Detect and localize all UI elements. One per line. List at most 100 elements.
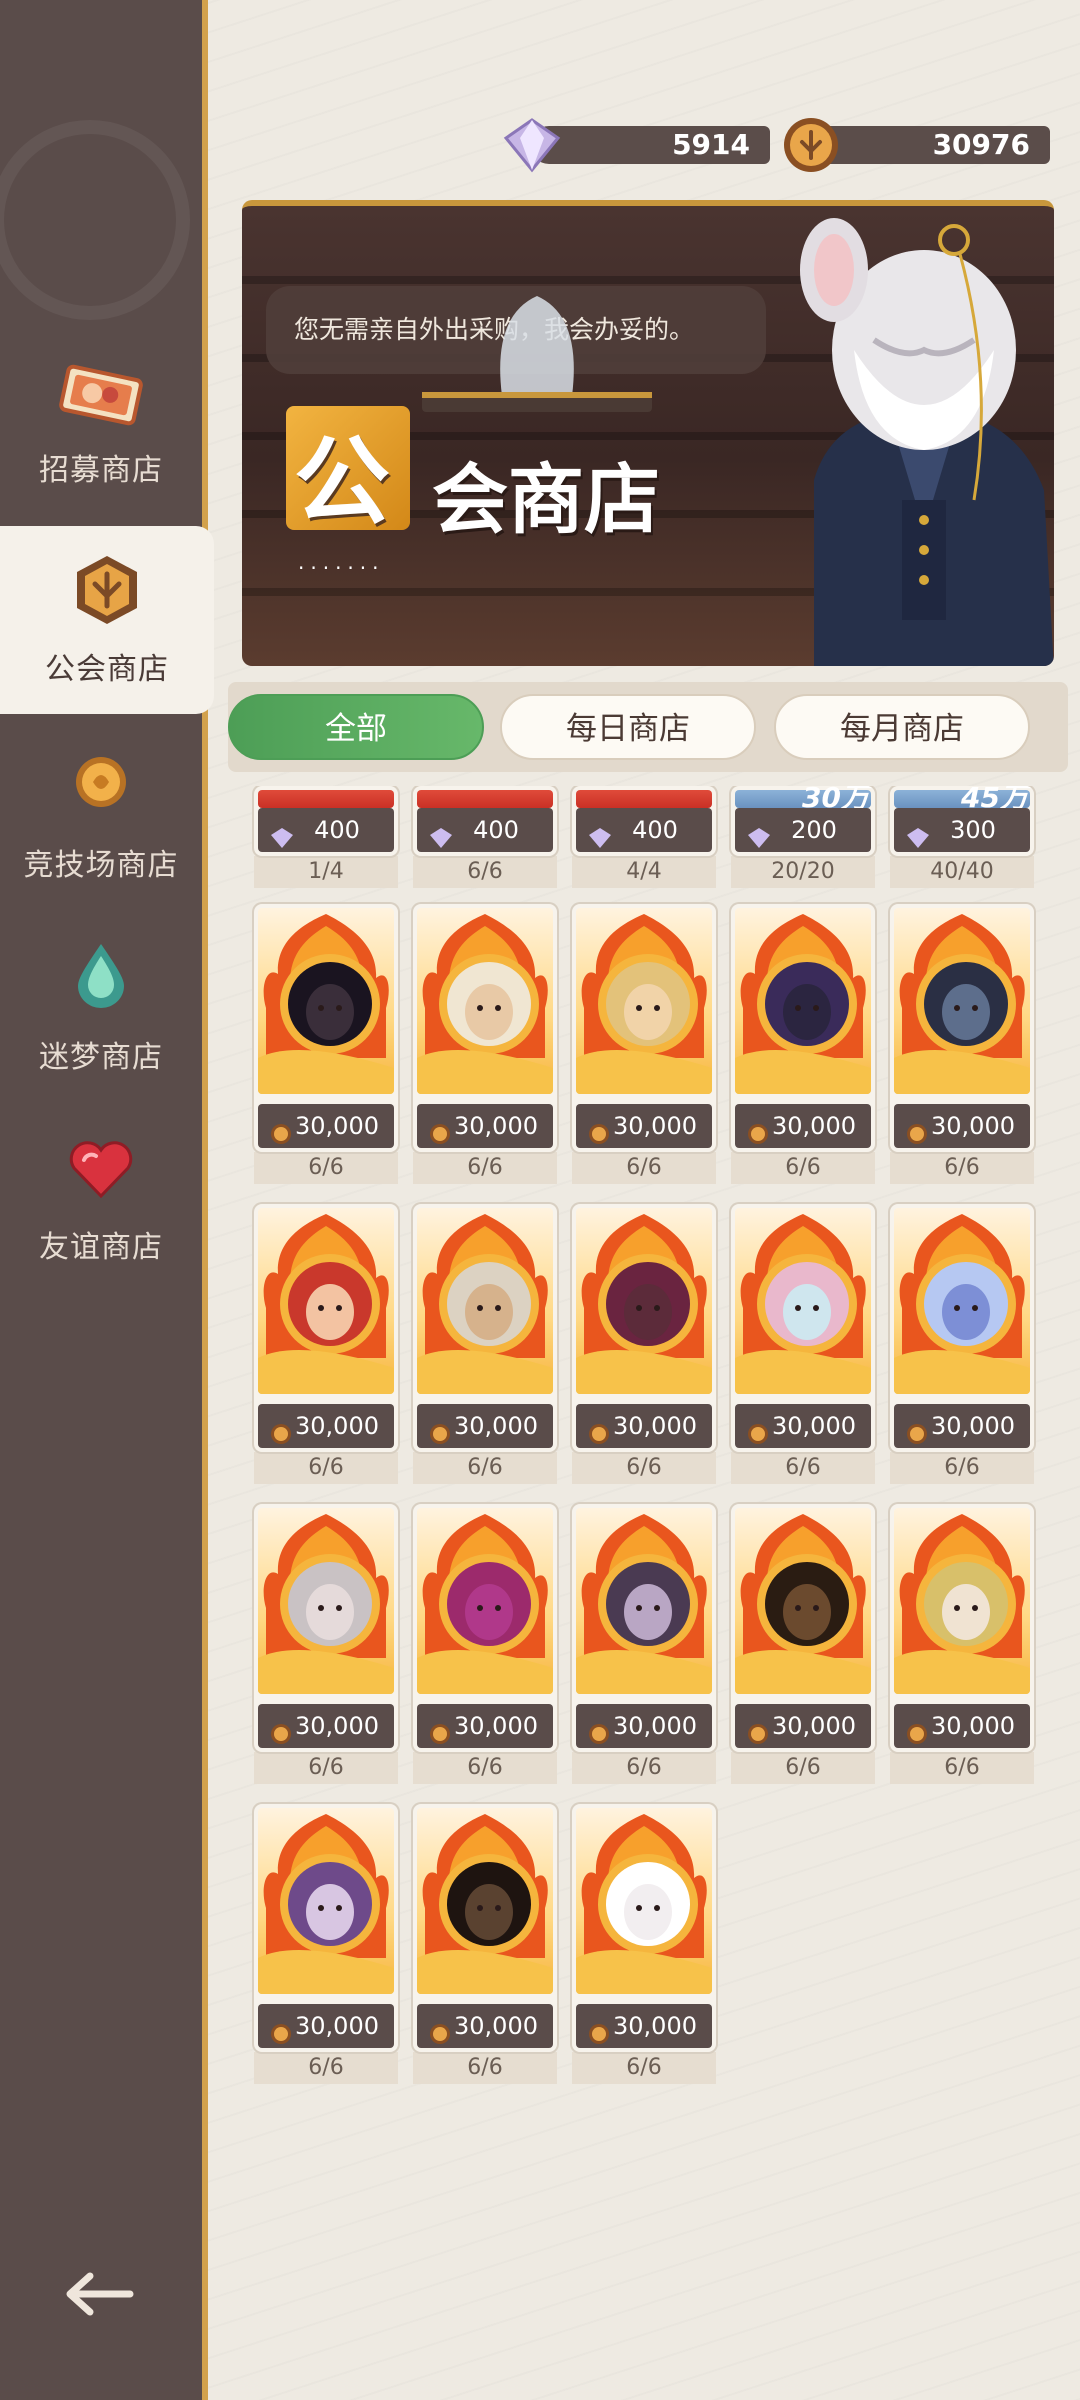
back-button[interactable] (60, 2262, 140, 2322)
price-tag: 30,000 (576, 1404, 712, 1448)
stock-count: 6/6 (254, 1152, 398, 1184)
hero-card[interactable]: 30,000 6/6 (572, 904, 716, 1184)
price-value: 30,000 (454, 2012, 538, 2040)
hero-portrait (735, 1508, 871, 1694)
hero-card[interactable]: 30,000 6/6 (572, 1504, 716, 1784)
hero-card[interactable]: 30,000 6/6 (413, 1804, 557, 2084)
price-value: 30,000 (931, 1712, 1015, 1740)
stock-count: 6/6 (890, 1452, 1034, 1484)
shop-title-first: 公 (294, 426, 390, 538)
hero-card[interactable]: 30,000 6/6 (572, 1204, 716, 1484)
hero-portrait (417, 908, 553, 1094)
item-frame: 30,000 (572, 1804, 716, 2052)
price-tag: 30,000 (417, 2004, 553, 2048)
item-frame: 30,000 (413, 904, 557, 1152)
stock-count: 6/6 (413, 1752, 557, 1784)
hero-portrait (894, 908, 1030, 1094)
price-value: 30,000 (295, 1412, 379, 1440)
price-tag: 30,000 (576, 1104, 712, 1148)
hero-card[interactable]: 30,000 6/6 (254, 1204, 398, 1484)
price-value: 30,000 (295, 2012, 379, 2040)
guild-badge-icon (69, 552, 145, 632)
shop-item-card[interactable]: 400 1/4 (254, 786, 398, 888)
sidebar-item-recruit-shop[interactable]: 招募商店 (0, 335, 202, 515)
guild-coin-icon (429, 2015, 451, 2052)
price-value: 30,000 (613, 2012, 697, 2040)
shop-title-rest: 会商店 (432, 455, 660, 544)
item-frame: 30,000 (572, 904, 716, 1152)
hero-card[interactable]: 30,000 6/6 (731, 1504, 875, 1784)
back-arrow-icon (66, 2272, 134, 2316)
item-frame: 30,000 (731, 904, 875, 1152)
gem-icon (502, 116, 562, 178)
sidebar-item-arena-shop[interactable]: 竞技场商店 (0, 720, 202, 910)
hero-card[interactable]: 30,000 6/6 (731, 904, 875, 1184)
price-tag: 30,000 (258, 1704, 394, 1748)
stock-count: 6/6 (890, 1752, 1034, 1784)
sidebar-item-dream-shop[interactable]: 迷梦商店 (0, 912, 202, 1102)
price-tag: 30,000 (735, 1404, 871, 1448)
guild-coin-icon (747, 1715, 769, 1752)
tab-daily-shop[interactable]: 每日商店 (500, 694, 756, 760)
gem-icon (588, 819, 612, 856)
item-frame: 30,000 (572, 1204, 716, 1452)
gem-counter: 5914 (503, 118, 770, 173)
guild-coin-icon (270, 1715, 292, 1752)
guild-coin-icon (782, 116, 840, 178)
price-value: 30,000 (931, 1412, 1015, 1440)
hero-card[interactable]: 30,000 6/6 (254, 1804, 398, 2084)
shop-item-card[interactable]: 400 4/4 (572, 786, 716, 888)
dream-drop-icon (76, 942, 126, 1012)
price-tag: 30,000 (258, 1404, 394, 1448)
hero-card[interactable]: 30,000 6/6 (890, 904, 1034, 1184)
shop-item-card[interactable]: 400 6/6 (413, 786, 557, 888)
hero-card[interactable]: 30,000 6/6 (731, 1204, 875, 1484)
hero-card[interactable]: 30,000 6/6 (890, 1204, 1034, 1484)
sidebar-item-guild-shop[interactable]: 公会商店 (0, 526, 214, 714)
tab-monthly-shop[interactable]: 每月商店 (774, 694, 1030, 760)
guild-coin-icon (906, 1415, 928, 1452)
guild-coin-icon (588, 2015, 610, 2052)
price-value: 30,000 (772, 1712, 856, 1740)
hero-card[interactable]: 30,000 6/6 (572, 1804, 716, 2084)
price-tag: 30,000 (735, 1704, 871, 1748)
shop-item-card[interactable]: 45万 300 40/40 (890, 786, 1034, 888)
hero-portrait (735, 908, 871, 1094)
hero-card[interactable]: 30,000 6/6 (413, 1204, 557, 1484)
gem-amount: 5914 (672, 128, 750, 161)
item-frame: 30,000 (254, 1504, 398, 1752)
item-grid: 400 1/4 400 6/6 400 4/4 30万 200 20/20 45… (248, 786, 1058, 2126)
price-value: 30,000 (931, 1112, 1015, 1140)
stock-count: 6/6 (572, 1752, 716, 1784)
hero-portrait (894, 1208, 1030, 1394)
hero-card[interactable]: 30,000 6/6 (254, 1504, 398, 1784)
price-value: 30,000 (613, 1112, 697, 1140)
stock-count: 6/6 (731, 1152, 875, 1184)
item-frame: 30,000 (413, 1204, 557, 1452)
sidebar-item-friendship-shop[interactable]: 友谊商店 (0, 1102, 202, 1292)
hero-card[interactable]: 30,000 6/6 (890, 1504, 1034, 1784)
shop-item-card[interactable]: 30万 200 20/20 (731, 786, 875, 888)
guild-coin-icon (747, 1115, 769, 1152)
price-value: 200 (791, 816, 837, 844)
hero-portrait (576, 1508, 712, 1694)
hero-card[interactable]: 30,000 6/6 (254, 904, 398, 1184)
tab-all[interactable]: 全部 (228, 694, 484, 760)
hero-card[interactable]: 30,000 6/6 (413, 904, 557, 1184)
item-frame: 30,000 (890, 1204, 1034, 1452)
stock-count: 6/6 (254, 1752, 398, 1784)
hero-portrait (576, 908, 712, 1094)
item-frame: 45万 300 (890, 786, 1034, 856)
hero-card[interactable]: 30,000 6/6 (413, 1504, 557, 1784)
stock-count: 6/6 (572, 1452, 716, 1484)
hero-portrait (258, 1808, 394, 1994)
guild-coin-icon (906, 1115, 928, 1152)
item-frame: 30,000 (731, 1504, 875, 1752)
sidebar-item-label: 迷梦商店 (39, 1040, 163, 1075)
arena-coin-icon (73, 754, 129, 814)
guild-coin-icon (270, 2015, 292, 2052)
item-frame: 30,000 (254, 904, 398, 1152)
hero-portrait (576, 1208, 712, 1394)
guild-coin-icon (429, 1415, 451, 1452)
gem-icon (747, 819, 771, 856)
